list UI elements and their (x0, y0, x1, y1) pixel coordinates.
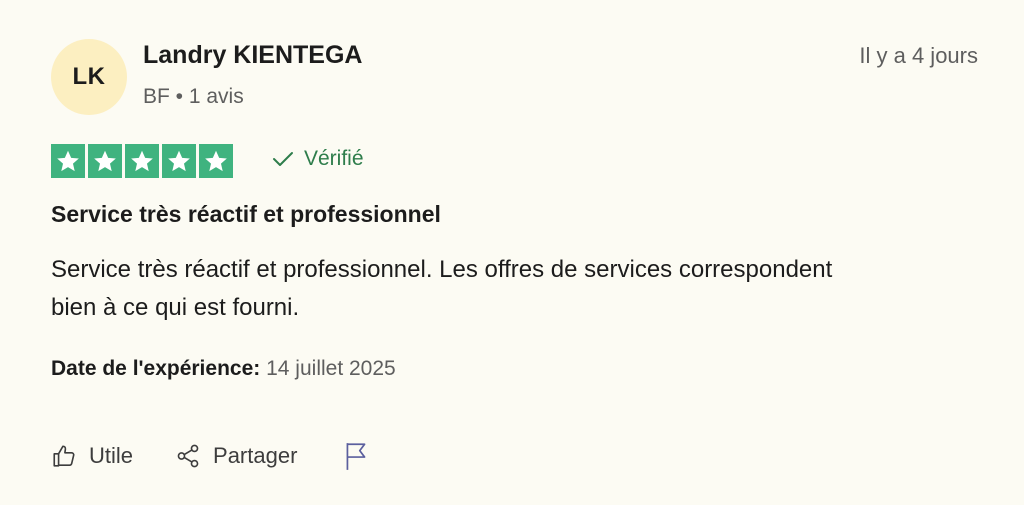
star-icon (125, 144, 159, 178)
review-date: Il y a 4 jours (859, 43, 978, 68)
star-rating (51, 144, 233, 178)
star-icon (199, 144, 233, 178)
avatar[interactable]: LK (51, 39, 127, 115)
star-icon (51, 144, 85, 178)
verified-badge[interactable]: Vérifié (272, 147, 364, 171)
flag-icon (346, 443, 366, 470)
review-actions: Utile Partager (51, 441, 369, 471)
experience-date: Date de l'expérience: 14 juillet 2025 (51, 357, 396, 381)
share-label: Partager (213, 443, 298, 468)
review-body: Service très réactif et professionnel. L… (51, 256, 833, 321)
useful-label: Utile (89, 443, 134, 468)
experience-date-value: 14 juillet 2025 (266, 357, 396, 380)
reviewer-name[interactable]: Landry KIENTEGA (143, 41, 362, 70)
share-button[interactable]: Partager (175, 443, 297, 469)
verified-label: Vérifié (304, 147, 364, 170)
star-icon (162, 144, 196, 178)
star-icon (88, 144, 122, 178)
avatar-initials: LK (72, 63, 106, 90)
report-button[interactable] (343, 441, 369, 471)
share-icon (177, 444, 199, 468)
reviewer-meta: BF • 1 avis (143, 85, 244, 108)
review-title: Service très réactif et professionnel (51, 201, 441, 227)
checkmark-icon (273, 152, 293, 166)
experience-date-label: Date de l'expérience: (51, 357, 261, 380)
thumbs-up-icon (53, 445, 75, 467)
useful-button[interactable]: Utile (51, 443, 133, 469)
